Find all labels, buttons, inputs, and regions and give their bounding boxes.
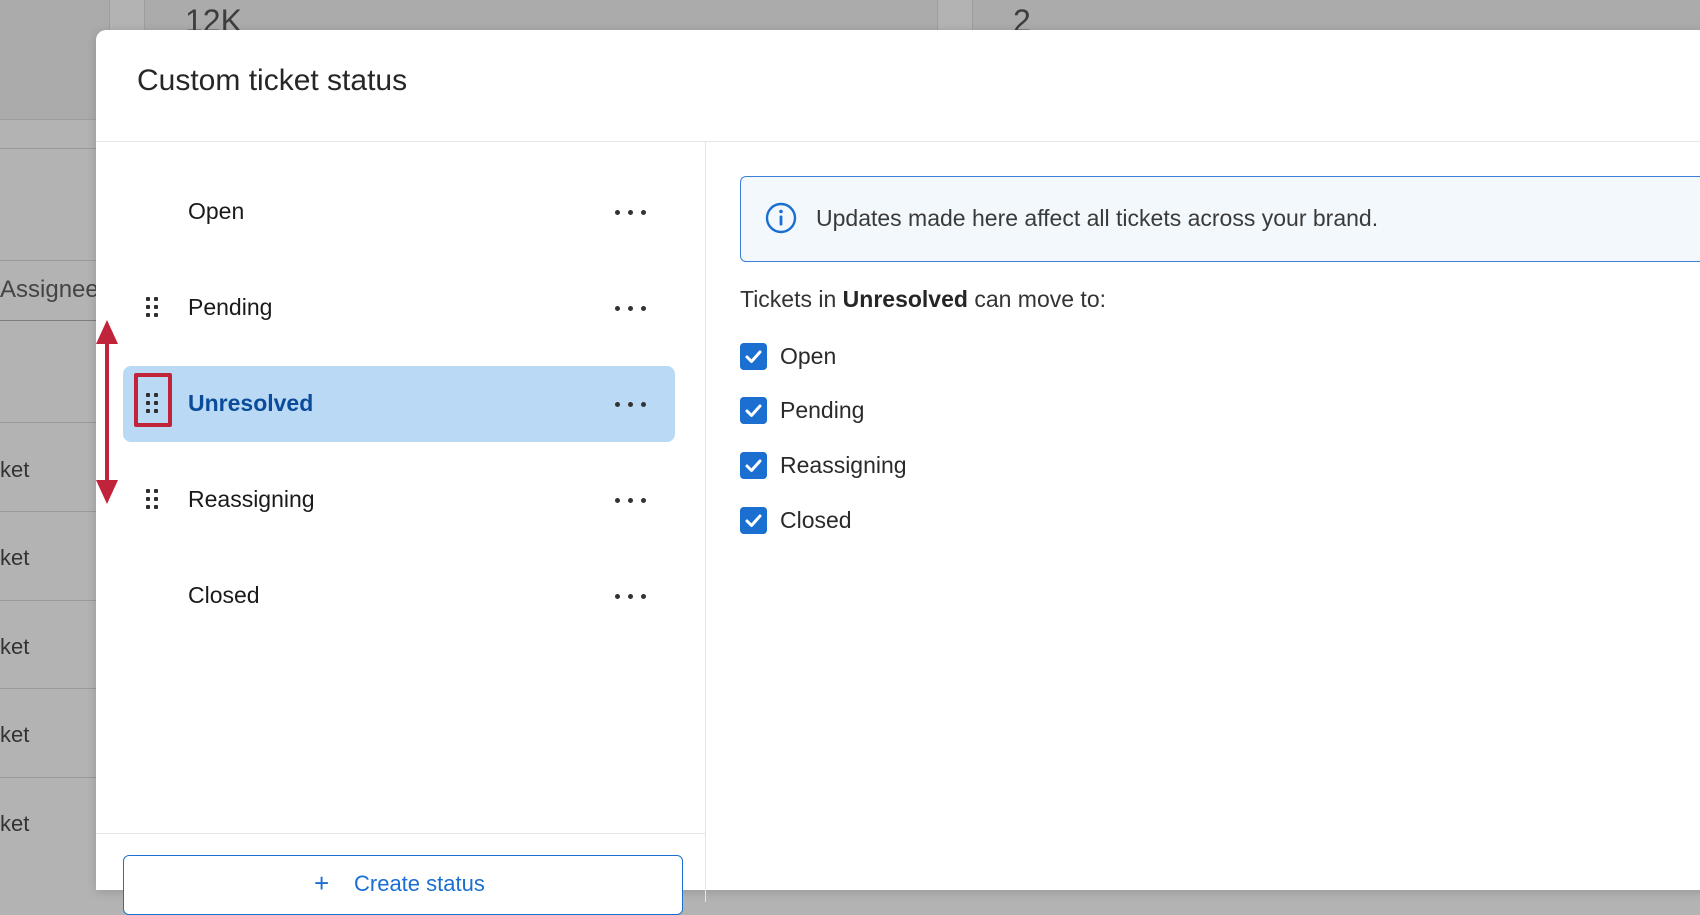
background-row-text: ket [0,457,30,482]
pane-footer-divider [96,833,705,834]
transitions-heading: Tickets in Unresolved can move to: [740,286,1106,313]
transitions-heading-prefix: Tickets in [740,286,837,312]
transition-option-label: Open [780,343,837,369]
status-item-open[interactable]: Open [123,174,675,250]
background-divider [0,777,96,778]
background-row-text: ket [0,811,30,836]
transition-option-label: Closed [780,507,852,533]
background-divider [0,320,96,321]
status-item-label: Pending [188,294,273,320]
background-divider [0,148,96,149]
checkbox-checked-icon[interactable] [740,452,767,479]
background-column-header: Assignee [0,276,99,303]
more-options-icon[interactable] [613,490,649,510]
background-row-text: ket [0,722,30,747]
status-item-label: Open [188,198,245,224]
transition-option-label: Pending [780,397,865,423]
background-divider [0,600,96,601]
info-icon [765,202,797,234]
background-divider [0,511,96,512]
checkbox-checked-icon[interactable] [740,343,767,370]
status-item-unresolved[interactable]: Unresolved [123,366,675,442]
status-item-pending[interactable]: Pending [123,270,675,346]
drag-handle-icon[interactable] [146,489,160,511]
info-banner: Updates made here affect all tickets acr… [740,176,1700,262]
transitions-heading-status: Unresolved [842,286,968,312]
status-item-label: Closed [188,582,260,608]
dialog-title: Custom ticket status [137,64,408,97]
more-options-icon[interactable] [613,202,649,222]
background-divider [0,422,96,423]
status-item-label: Unresolved [188,390,314,416]
transition-option-label: Reassigning [780,452,907,478]
checkbox-checked-icon[interactable] [740,397,767,424]
drag-handle-highlight-box [134,373,172,427]
background-row-text: ket [0,634,30,659]
create-status-label: Create status [354,871,485,896]
checkbox-checked-icon[interactable] [740,507,767,534]
more-options-icon[interactable] [613,586,649,606]
info-banner-text: Updates made here affect all tickets acr… [816,205,1379,231]
more-options-icon[interactable] [613,394,649,414]
custom-ticket-status-dialog: Custom ticket status Open Pending Unreso… [96,30,1700,915]
plus-icon: + [314,868,330,898]
drag-handle-icon[interactable] [146,297,160,319]
background-divider [0,260,96,261]
transitions-heading-suffix: can move to: [974,286,1107,312]
status-item-reassigning[interactable]: Reassigning [123,462,675,538]
dialog-header: Custom ticket status [96,30,1700,142]
background-card [0,0,110,120]
background-row-text: ket [0,545,30,570]
create-status-button[interactable]: + Create status [123,855,683,915]
reorder-arrow-icon [96,320,118,504]
status-item-label: Reassigning [188,486,315,512]
more-options-icon[interactable] [613,298,649,318]
status-item-closed[interactable]: Closed [123,558,675,634]
status-list-pane: Open Pending Unresolved Reassigning Clos… [96,142,706,915]
background-divider [0,688,96,689]
